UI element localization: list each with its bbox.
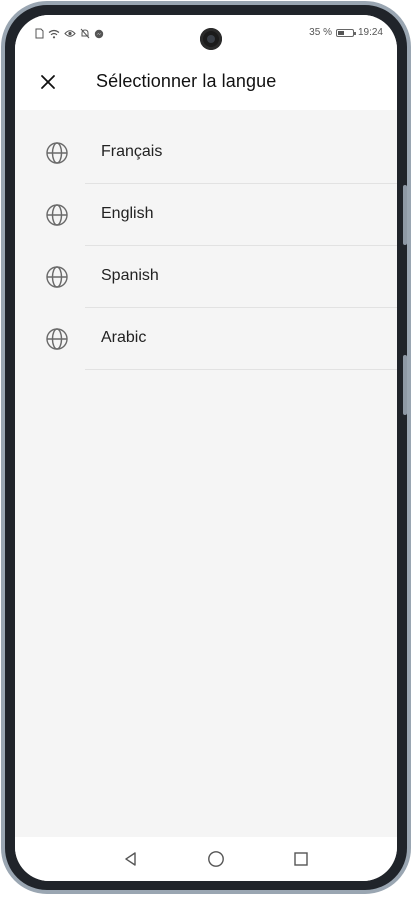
mute-icon [80,28,90,39]
globe-icon [46,142,68,164]
recents-button[interactable] [291,849,311,869]
power-button [403,355,407,415]
language-label: Arabic [101,329,147,346]
screen: 35 % 19:24 Sélectionner la langue França… [15,15,397,881]
globe-icon [46,266,68,288]
status-bar: 35 % 19:24 [15,15,397,55]
eye-icon [64,30,76,37]
volume-button [403,185,407,245]
clock: 19:24 [357,27,383,38]
front-camera [200,28,222,50]
close-button[interactable] [35,69,61,95]
language-item-spanish[interactable]: Spanish [15,246,397,308]
language-label: Français [101,143,163,160]
messenger-icon [94,29,104,38]
status-icons [35,28,104,39]
back-button[interactable] [121,849,141,869]
home-icon [208,851,224,867]
close-icon [41,75,55,89]
globe-icon [46,204,68,226]
language-label: English [101,205,154,222]
navigation-bar [15,837,397,881]
back-icon [125,852,136,866]
recents-icon [294,852,308,866]
language-item-arabic[interactable]: Arabic [15,308,397,370]
page-title: Sélectionner la langue [96,71,277,91]
battery-icon [335,28,356,37]
battery-percent: 35 % [309,27,332,38]
language-list: Français English Spanish Arabic [15,122,397,370]
sim-icon [35,28,44,39]
app-bar: Sélectionner la langue [15,55,397,110]
phone-frame: 35 % 19:24 Sélectionner la langue França… [1,1,411,894]
status-right: 35 % 19:24 [309,27,383,38]
divider [85,369,397,370]
language-label: Spanish [101,267,159,284]
language-item-english[interactable]: English [15,184,397,246]
language-item-francais[interactable]: Français [15,122,397,184]
globe-icon [46,328,68,350]
home-button[interactable] [206,849,226,869]
wifi-icon [48,29,60,38]
